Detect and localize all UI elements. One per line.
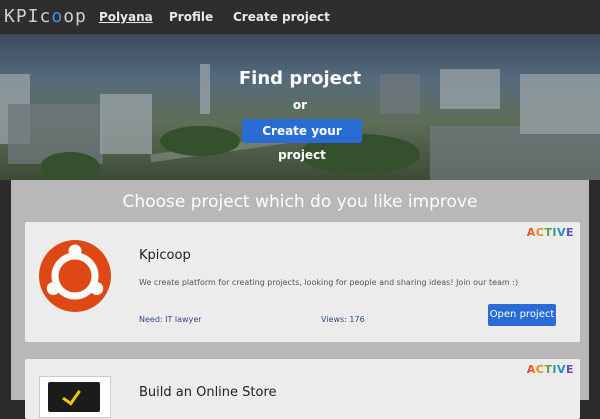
logo-text-o: o (51, 6, 64, 27)
project-title[interactable]: Build an Online Store (139, 385, 277, 400)
logo-text-left: KPIc (4, 6, 52, 27)
project-card[interactable]: Kpicoop We create platform for creating … (25, 222, 580, 342)
project-card[interactable]: Build an Online Store ACTIVE (25, 359, 580, 419)
hero-or-text: or (292, 98, 308, 112)
active-badge-label: ACTIVE (526, 363, 574, 376)
logo-text-right: op (63, 6, 87, 27)
nav-link-polyana[interactable]: Polyana (99, 10, 153, 24)
hero-building (430, 126, 600, 180)
hero-title: Find project (238, 68, 362, 89)
project-need: Need: IT lawyer (139, 315, 202, 324)
ubuntu-logo-icon (39, 240, 111, 312)
active-badge: ACTIVE (527, 363, 574, 381)
hero-tree (40, 152, 100, 180)
nav-link-profile[interactable]: Profile (169, 10, 213, 24)
projects-panel: Choose project which do you like improve… (11, 180, 589, 419)
hero-banner: Find project or Create your project (0, 34, 600, 180)
create-your-project-button[interactable]: Create your project (242, 119, 362, 162)
active-badge-label: ACTIVE (526, 226, 574, 239)
top-navbar: KPIcoop Polyana Profile Create project (0, 0, 600, 34)
site-logo[interactable]: KPIcoop (4, 6, 87, 27)
project-views: Views: 176 (321, 315, 365, 324)
hero-tree (160, 126, 240, 156)
projects-heading: Choose project which do you like improve (122, 192, 478, 212)
active-badge: ACTIVE (527, 226, 574, 244)
nav-link-create-project[interactable]: Create project (233, 10, 330, 24)
project-description: We create platform for creating projects… (139, 278, 519, 287)
project-title[interactable]: Kpicoop (139, 248, 191, 263)
laptop-check-icon (39, 376, 111, 418)
open-project-button[interactable]: Open project (488, 304, 556, 326)
